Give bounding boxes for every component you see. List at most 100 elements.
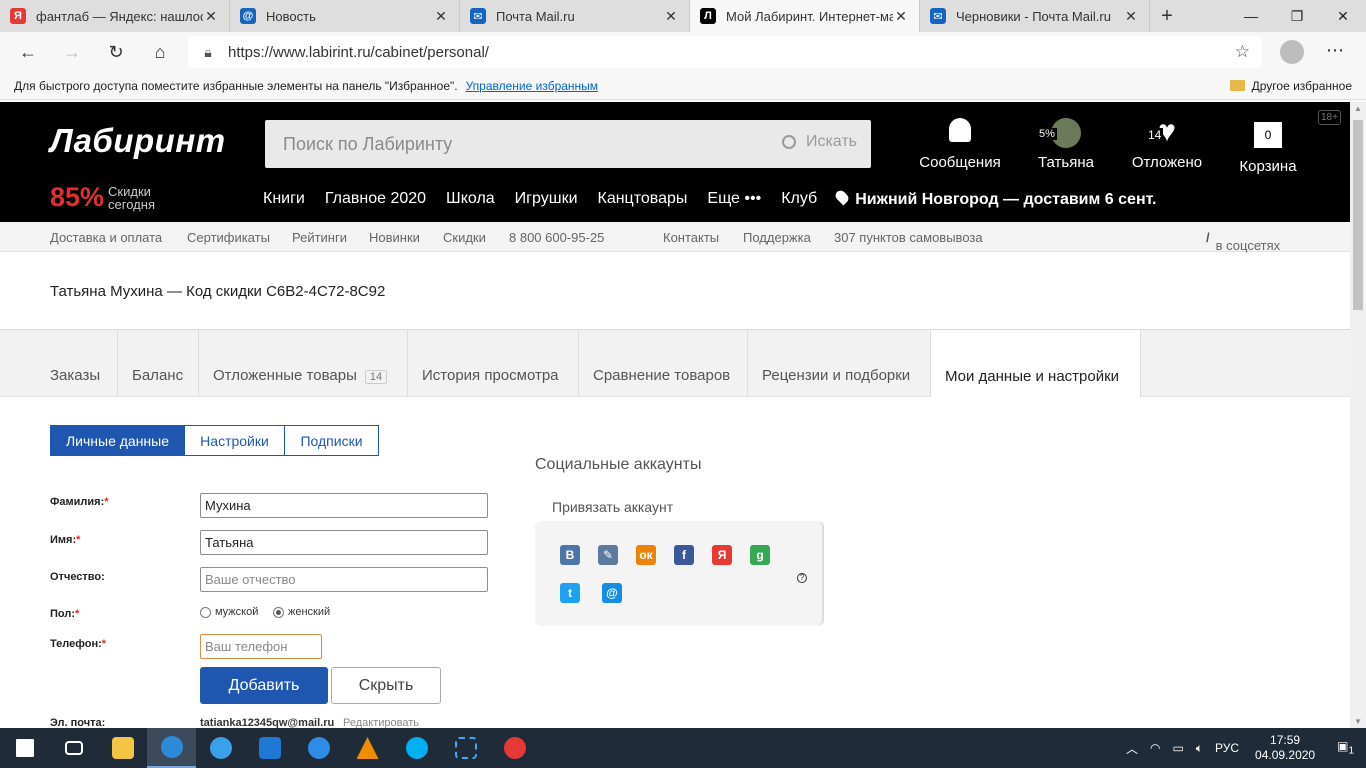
yandex-icon[interactable]: Я	[712, 545, 732, 565]
skype-icon[interactable]	[392, 728, 441, 768]
close-tab-icon[interactable]: ✕	[203, 8, 219, 25]
close-tab-icon[interactable]: ✕	[663, 8, 679, 25]
browser-tab[interactable]: Яфантлаб — Яндекс: нашлось 6✕	[0, 0, 230, 32]
subnav-link[interactable]: Контакты	[663, 230, 719, 245]
yandex-app-icon[interactable]	[294, 728, 343, 768]
cabinet-tab[interactable]: Заказы	[0, 330, 118, 397]
network-icon[interactable]: ◠	[1150, 741, 1160, 755]
livejournal-icon[interactable]: ✎	[598, 545, 618, 565]
main-nav-item[interactable]: Клуб	[781, 190, 817, 209]
google-icon[interactable]: g	[750, 545, 770, 565]
battery-icon[interactable]: ▭	[1172, 741, 1183, 755]
internet-explorer-icon[interactable]	[196, 728, 245, 768]
edge-icon[interactable]	[147, 728, 196, 768]
notifications-icon[interactable]: ▣1	[1337, 739, 1354, 756]
minimize-icon[interactable]: —	[1228, 0, 1274, 32]
personal-subtab[interactable]: Личные данные	[50, 425, 185, 456]
add-phone-button[interactable]: Добавить	[200, 667, 328, 704]
gender-female-radio[interactable]: женский	[273, 606, 330, 618]
back-icon[interactable]: ←	[6, 42, 50, 63]
mail-app-icon[interactable]	[245, 728, 294, 768]
browser-tab[interactable]: ✉ Почта Mail.ru ✕	[460, 0, 690, 32]
scroll-up-icon[interactable]: ▲	[1354, 104, 1362, 113]
language-indicator[interactable]: РУС	[1215, 741, 1239, 755]
start-icon[interactable]	[0, 728, 49, 768]
postponed-link[interactable]: ♥ 14 Отложено	[1128, 115, 1206, 172]
subnav-link[interactable]: Поддержка	[743, 230, 811, 245]
scroll-down-icon[interactable]: ▼	[1354, 717, 1362, 726]
main-nav-item[interactable]: Еще •••	[707, 190, 761, 209]
gender-male-radio[interactable]: мужской	[200, 606, 258, 618]
task-view-icon[interactable]	[49, 728, 98, 768]
vk-icon[interactable]: В	[560, 545, 580, 565]
facebook-icon[interactable]: f	[674, 545, 694, 565]
restore-icon[interactable]: ❐	[1274, 0, 1320, 32]
close-tab-icon[interactable]: ✕	[433, 8, 449, 25]
site-logo[interactable]: Лабиринт	[50, 122, 226, 160]
main-nav-item[interactable]: Книги	[263, 190, 305, 209]
user-link[interactable]: 5% Татьяна	[1034, 118, 1098, 171]
browser-tab[interactable]: @ Новость ✕	[230, 0, 460, 32]
home-icon[interactable]: ⌂	[138, 42, 182, 63]
help-icon[interactable]: ?	[797, 573, 807, 583]
odnoklassniki-icon[interactable]: ок	[636, 545, 656, 565]
url-field[interactable]: 🔒︎ https://www.labirint.ru/cabinet/perso…	[188, 36, 1262, 68]
subnav-link[interactable]: Скидки	[443, 230, 486, 245]
subnav-link[interactable]: Рейтинги	[292, 230, 347, 245]
subnav-link[interactable]: Доставка и оплата	[50, 230, 162, 245]
chevron-up-icon[interactable]: ︿	[1126, 740, 1138, 757]
close-window-icon[interactable]: ✕	[1320, 0, 1366, 32]
heart-icon: ♥ 14	[1146, 115, 1176, 148]
vlc-icon[interactable]	[343, 728, 392, 768]
cart-link[interactable]: 0 Корзина	[1236, 118, 1300, 175]
new-tab-button[interactable]: +	[1150, 0, 1184, 32]
surname-field[interactable]: Мухина	[200, 493, 488, 518]
cabinet-tab[interactable]: Рецензии и подборки	[748, 330, 931, 397]
discount-percent: 85%	[50, 182, 105, 212]
more-menu-icon[interactable]: ⋯	[1326, 40, 1344, 61]
cabinet-tab[interactable]: История просмотра	[408, 330, 579, 397]
cabinet-tab[interactable]: Баланс	[118, 330, 199, 397]
city-selector[interactable]: Нижний Новгород — доставим 6 сент.	[833, 188, 1176, 209]
page-scrollbar[interactable]: ▲ ▼	[1350, 102, 1366, 728]
snipping-tool-icon[interactable]	[441, 728, 490, 768]
hide-button[interactable]: Скрыть	[331, 667, 441, 704]
manage-favorites-link[interactable]: Управление избранным	[466, 79, 598, 93]
main-nav-item[interactable]: Главное 2020	[325, 190, 426, 209]
subnav-link[interactable]: 307 пунктов самовывоза	[834, 230, 983, 245]
social-networks-link[interactable]: / в соцсетях	[1206, 230, 1280, 253]
subnav-link[interactable]: Сертификаты	[187, 230, 270, 245]
yandex-browser-icon[interactable]	[490, 728, 539, 768]
mailru-icon[interactable]: @	[602, 583, 622, 603]
phone-field[interactable]: Ваш телефон	[200, 634, 322, 659]
profile-avatar-icon[interactable]	[1280, 40, 1304, 64]
subnav-link[interactable]: Новинки	[369, 230, 420, 245]
subnav-link[interactable]: 8 800 600-95-25	[509, 230, 604, 245]
volume-icon[interactable]: 🔈︎	[1196, 741, 1203, 756]
main-nav-item[interactable]: Игрушки	[515, 190, 578, 209]
patronymic-field[interactable]: Ваше отчество	[200, 567, 488, 592]
refresh-icon[interactable]: ↻	[94, 42, 138, 63]
cabinet-tab[interactable]: Сравнение товаров	[579, 330, 748, 397]
personal-subtab[interactable]: Настройки	[184, 425, 285, 456]
search-button[interactable]: Искать	[781, 133, 857, 151]
twitter-icon[interactable]: t	[560, 583, 580, 603]
other-favorites[interactable]: Другое избранное	[1229, 79, 1352, 93]
discounts-today-link[interactable]: 85% Скидки сегодня	[50, 182, 155, 213]
browser-tab[interactable]: ✉ Черновики - Почта Mail.ru ✕	[920, 0, 1150, 32]
site-search-input[interactable]: Поиск по Лабиринту Искать	[265, 120, 871, 168]
name-field[interactable]: Татьяна	[200, 530, 488, 555]
main-nav-item[interactable]: Школа	[446, 190, 495, 209]
scroll-thumb[interactable]	[1353, 120, 1363, 310]
personal-subtab[interactable]: Подписки	[284, 425, 379, 456]
cabinet-tab[interactable]: Мои данные и настройки	[931, 330, 1141, 398]
main-nav-item[interactable]: Канцтовары	[598, 190, 688, 209]
cabinet-tab[interactable]: Отложенные товары 14	[199, 330, 408, 397]
close-tab-icon[interactable]: ✕	[893, 8, 909, 25]
close-tab-icon[interactable]: ✕	[1123, 8, 1139, 25]
favorite-star-icon[interactable]: ☆	[1235, 42, 1250, 62]
clock[interactable]: 17:59 04.09.2020	[1255, 733, 1315, 763]
browser-tab[interactable]: Л Мой Лабиринт. Интернет-ма ✕	[690, 0, 920, 32]
messages-link[interactable]: Сообщения	[918, 118, 1002, 171]
file-explorer-icon[interactable]	[98, 728, 147, 768]
